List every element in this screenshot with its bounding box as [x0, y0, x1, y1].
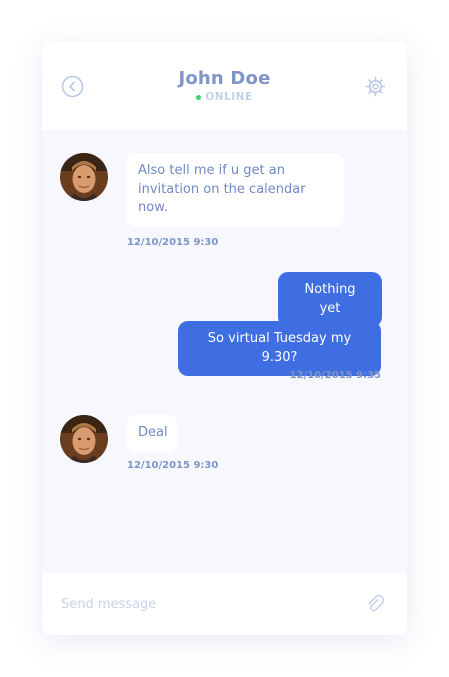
chat-header: John Doe ONLINE — [42, 42, 407, 130]
avatar[interactable] — [60, 153, 108, 201]
gear-icon[interactable] — [364, 75, 387, 98]
message-timestamp: 12/10/2015 9:35 — [289, 370, 381, 381]
message-timestamp: 12/10/2015 9:30 — [127, 460, 219, 471]
message-bubble-outgoing: So virtual Tuesday my 9.30? — [178, 321, 381, 376]
chat-window: John Doe ONLINE Also tell me if u get an… — [42, 42, 407, 635]
message-bubble-outgoing: Nothing yet — [278, 272, 382, 327]
message-input[interactable] — [61, 593, 341, 615]
message-composer — [42, 573, 407, 635]
contact-info: John Doe ONLINE — [42, 68, 407, 103]
avatar[interactable] — [60, 415, 108, 463]
contact-name: John Doe — [178, 68, 271, 89]
paperclip-icon[interactable] — [365, 593, 387, 615]
message-bubble-incoming: Deal — [126, 415, 178, 452]
status-label: ONLINE — [205, 91, 253, 103]
message-bubble-incoming: Also tell me if u get an invitation on t… — [126, 153, 344, 227]
message-timestamp: 12/10/2015 9:30 — [127, 237, 219, 248]
online-dot-icon — [196, 94, 202, 100]
status-indicator: ONLINE — [42, 91, 407, 103]
